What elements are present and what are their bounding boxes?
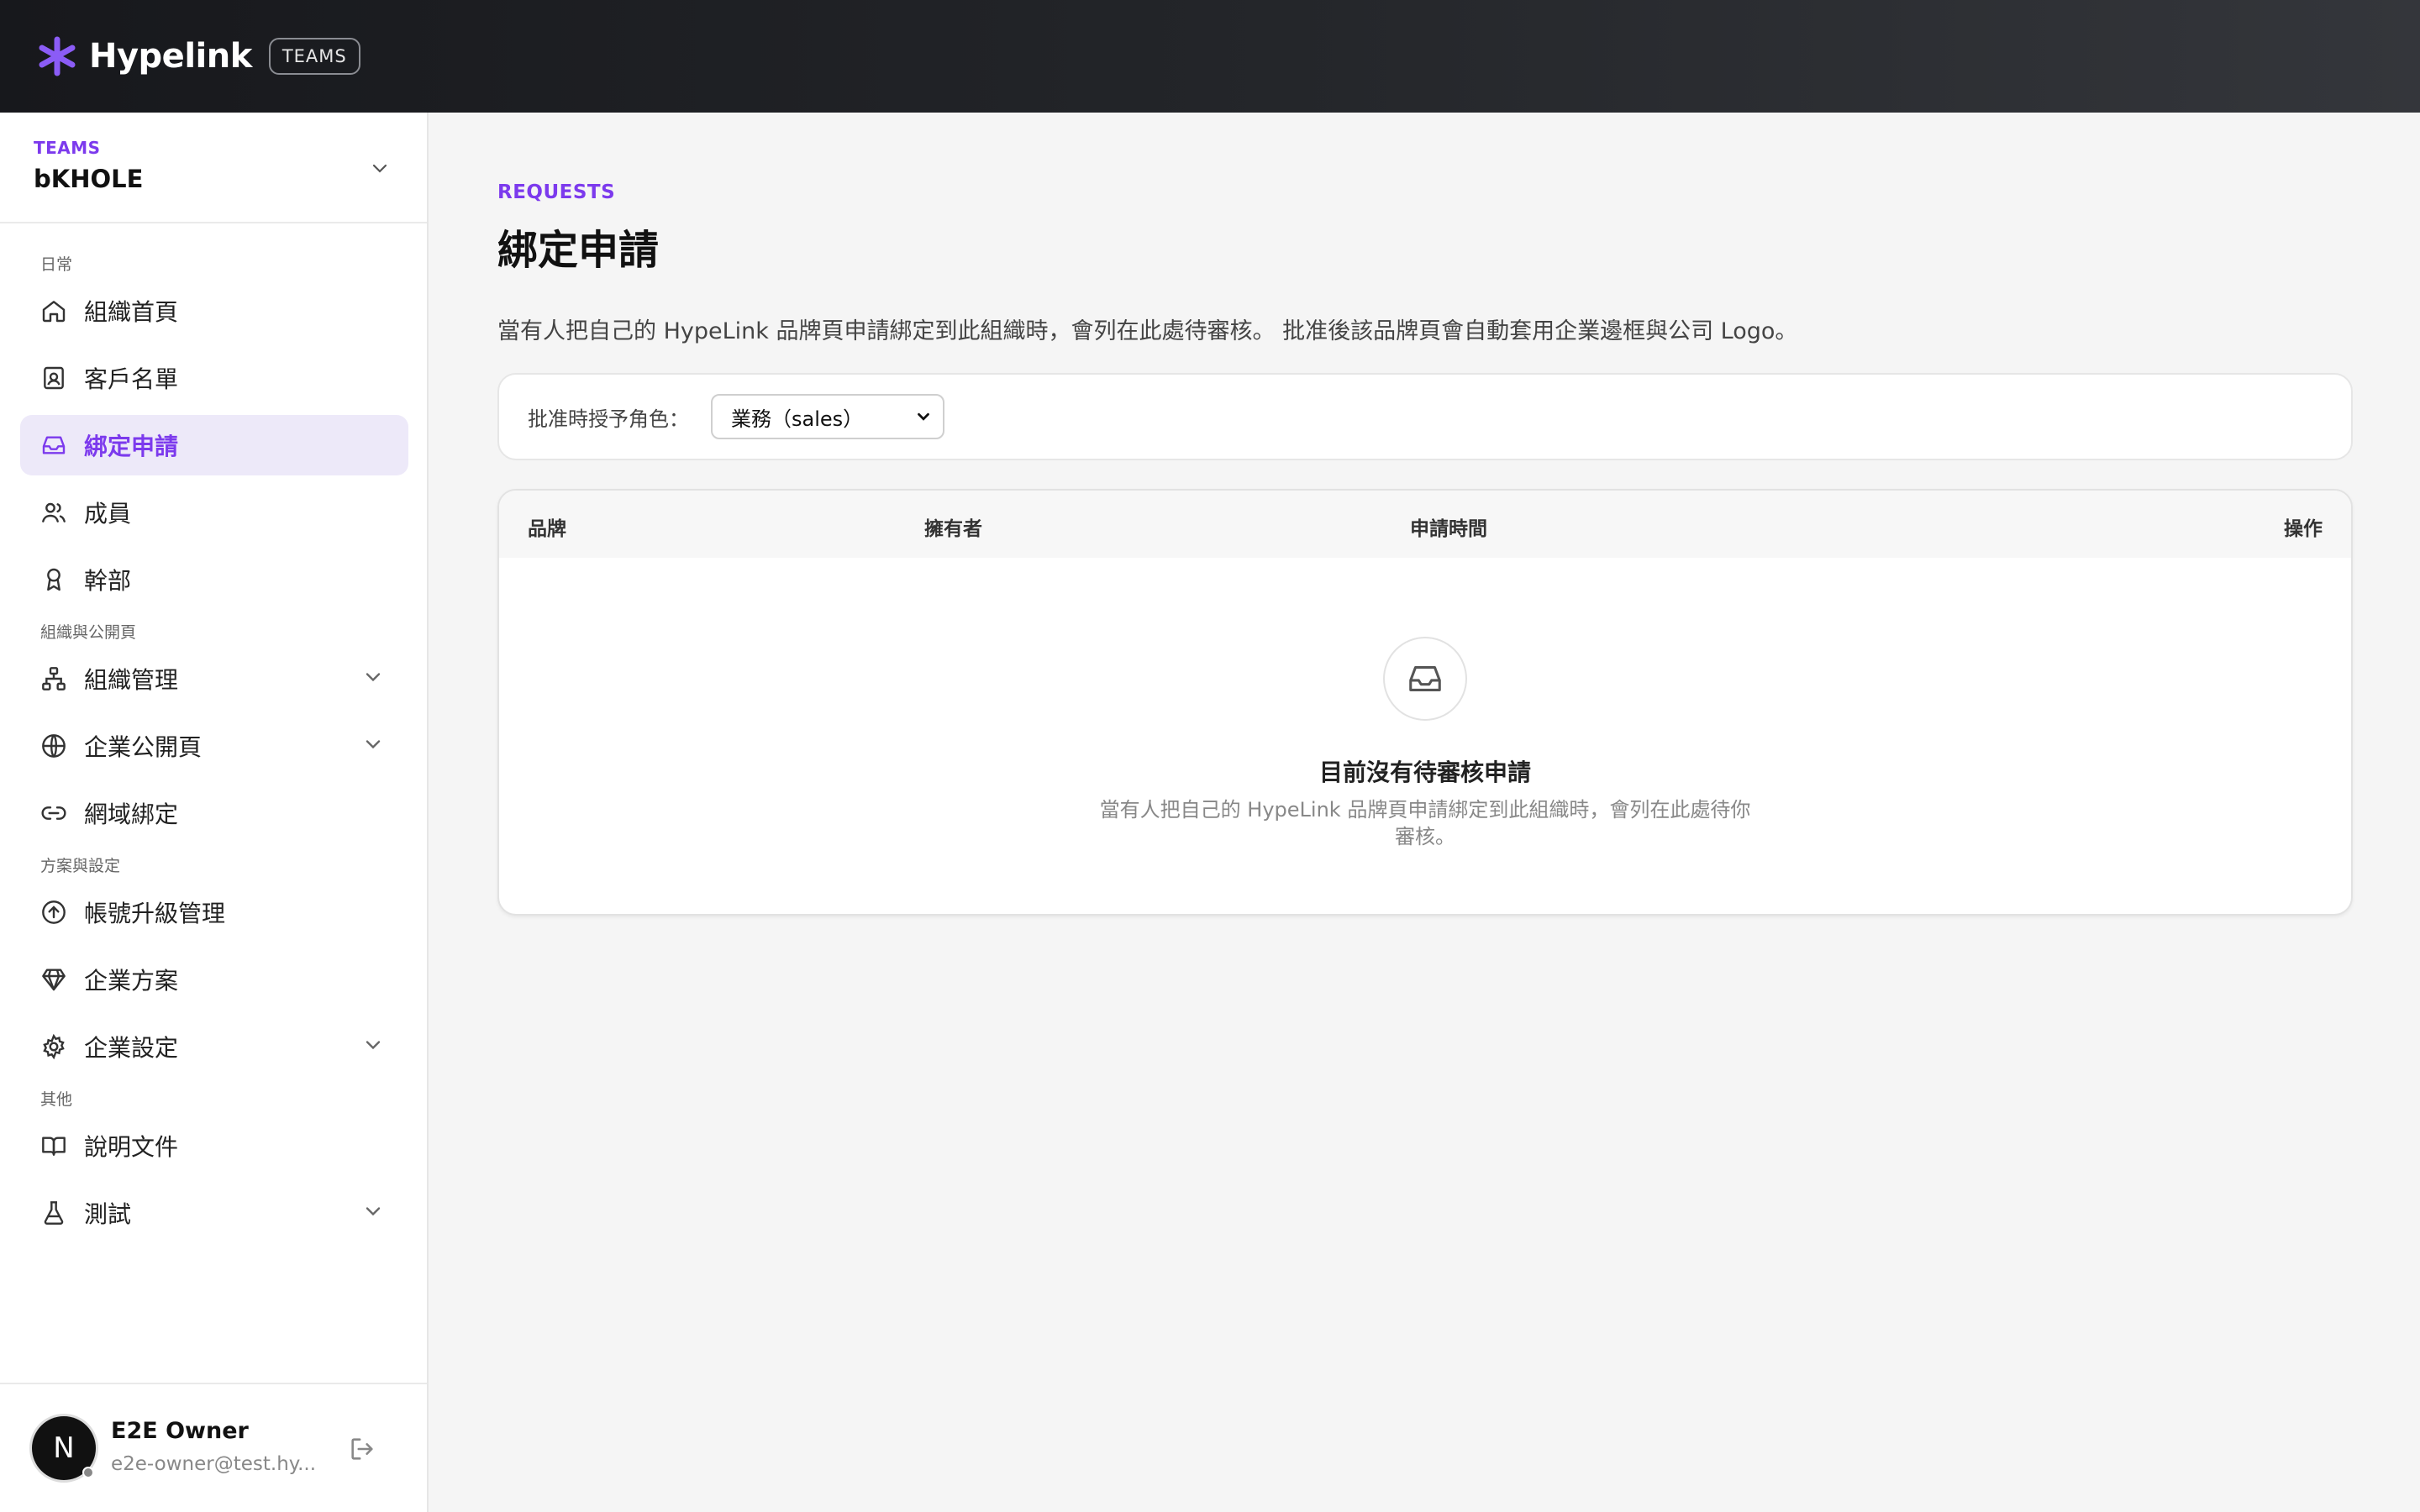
section-label-org-public: 組織與公開頁 [40, 623, 137, 642]
sidebar-item-upgrade-management[interactable]: 帳號升級管理 [20, 882, 408, 942]
flask-icon [40, 1200, 67, 1226]
sidebar-item-docs[interactable]: 說明文件 [20, 1116, 408, 1176]
sidebar-item-officers[interactable]: 幹部 [20, 549, 408, 610]
link-icon [40, 800, 67, 827]
sidebar-item-org-home[interactable]: 組織首頁 [20, 281, 408, 341]
chevron-down-icon [366, 740, 381, 749]
sidebar-item-org-management[interactable]: 組織管理 [20, 648, 408, 709]
sidebar-item-members[interactable]: 成員 [20, 482, 408, 543]
sidebar-item-testing[interactable]: 測試 [20, 1183, 408, 1243]
sidebar-item-label: 網域綁定 [84, 801, 179, 828]
sidebar-item-label: 客戶名單 [84, 365, 179, 393]
column-header-brand: 品牌 [528, 518, 566, 540]
sidebar-item-label: 成員 [84, 500, 132, 528]
sidebar-item-bind-requests[interactable]: 綁定申請 [20, 415, 408, 475]
status-indicator [82, 1467, 94, 1478]
page-description: 當有人把自己的 HypeLink 品牌頁申請綁定到此組織時，會列在此處待審核。 … [497, 318, 1798, 344]
role-filter-card: 批准時授予角色： 業務（sales） [497, 373, 2353, 460]
empty-state-description: 當有人把自己的 HypeLink 品牌頁申請綁定到此組織時，會列在此處待你審核。 [1099, 798, 1751, 848]
sidebar-item-enterprise-plan[interactable]: 企業方案 [20, 949, 408, 1010]
sidebar-item-public-page[interactable]: 企業公開頁 [20, 716, 408, 776]
section-label-daily: 日常 [40, 255, 73, 274]
gem-icon [40, 966, 67, 993]
logout-icon [351, 1438, 373, 1460]
team-switcher-label: TEAMS [34, 138, 101, 158]
brand-logo[interactable]: Hypelink [34, 33, 252, 80]
hypelink-logo-icon [39, 36, 76, 76]
page-eyebrow: REQUESTS [497, 181, 616, 203]
inbox-icon [1383, 637, 1467, 721]
sidebar-item-label: 組織管理 [84, 666, 179, 694]
sidebar-item-label: 幹部 [84, 567, 132, 595]
sidebar-item-domain-binding[interactable]: 網域綁定 [20, 783, 408, 843]
sidebar: TEAMS bKHOLE 日常 組織與公開頁 方案與設定 其他 組織首頁 客戶名… [0, 113, 429, 1512]
sidebar-item-label: 帳號升級管理 [84, 900, 226, 927]
gear-icon [40, 1033, 67, 1060]
section-label-plan-settings: 方案與設定 [40, 857, 121, 875]
sidebar-item-label: 說明文件 [84, 1133, 179, 1161]
empty-state-title: 目前沒有待審核申請 [1318, 759, 1531, 786]
page-title: 綁定申請 [497, 227, 660, 274]
user-name: E2E Owner [111, 1418, 249, 1444]
team-name: bKHOLE [34, 165, 144, 193]
sidebar-item-clients[interactable]: 客戶名單 [20, 348, 408, 408]
user-profile: N E2E Owner e2e-owner@test.hy... [0, 1383, 427, 1512]
sidebar-item-label: 企業設定 [84, 1034, 179, 1062]
brand-name: Hypelink [89, 37, 252, 76]
table-header: 品牌 擁有者 申請時間 操作 [499, 491, 2351, 558]
home-icon [40, 297, 67, 324]
award-icon [40, 566, 67, 593]
arrow-up-circle-icon [40, 899, 67, 926]
sidebar-item-enterprise-settings[interactable]: 企業設定 [20, 1016, 408, 1077]
chevron-down-icon [366, 673, 381, 682]
chevron-down-icon [918, 412, 929, 421]
sidebar-item-label: 綁定申請 [84, 433, 179, 460]
book-icon [40, 1132, 67, 1159]
sidebar-item-label: 組織首頁 [84, 298, 179, 326]
column-header-actions: 操作 [2284, 518, 2323, 540]
role-select-value: 業務（sales） [731, 407, 864, 431]
org-chart-icon [40, 665, 67, 692]
inbox-icon [40, 432, 67, 459]
users-icon [40, 499, 67, 526]
requests-table: 品牌 擁有者 申請時間 操作 目前沒有待審核申請 當有人把自己的 HypeLin… [497, 489, 2353, 916]
role-select[interactable]: 業務（sales） [711, 394, 944, 439]
role-filter-label: 批准時授予角色： [528, 407, 689, 431]
sidebar-item-label: 測試 [84, 1200, 132, 1228]
column-header-owner: 擁有者 [924, 518, 982, 540]
chevron-down-icon [366, 1041, 381, 1050]
sidebar-item-label: 企業方案 [84, 967, 179, 995]
team-switcher[interactable]: TEAMS bKHOLE [0, 113, 427, 223]
chevron-down-icon [366, 1207, 381, 1216]
top-bar: Hypelink TEAMS [0, 0, 2420, 113]
teams-badge: TEAMS [268, 38, 360, 75]
contact-icon [40, 365, 67, 391]
user-email: e2e-owner@test.hy... [111, 1453, 317, 1475]
logout-button[interactable] [348, 1435, 376, 1463]
globe-icon [40, 732, 67, 759]
section-label-other: 其他 [40, 1090, 73, 1109]
chevron-down-icon [372, 164, 387, 173]
column-header-requested-at: 申請時間 [1410, 518, 1487, 540]
sidebar-item-label: 企業公開頁 [84, 733, 203, 761]
